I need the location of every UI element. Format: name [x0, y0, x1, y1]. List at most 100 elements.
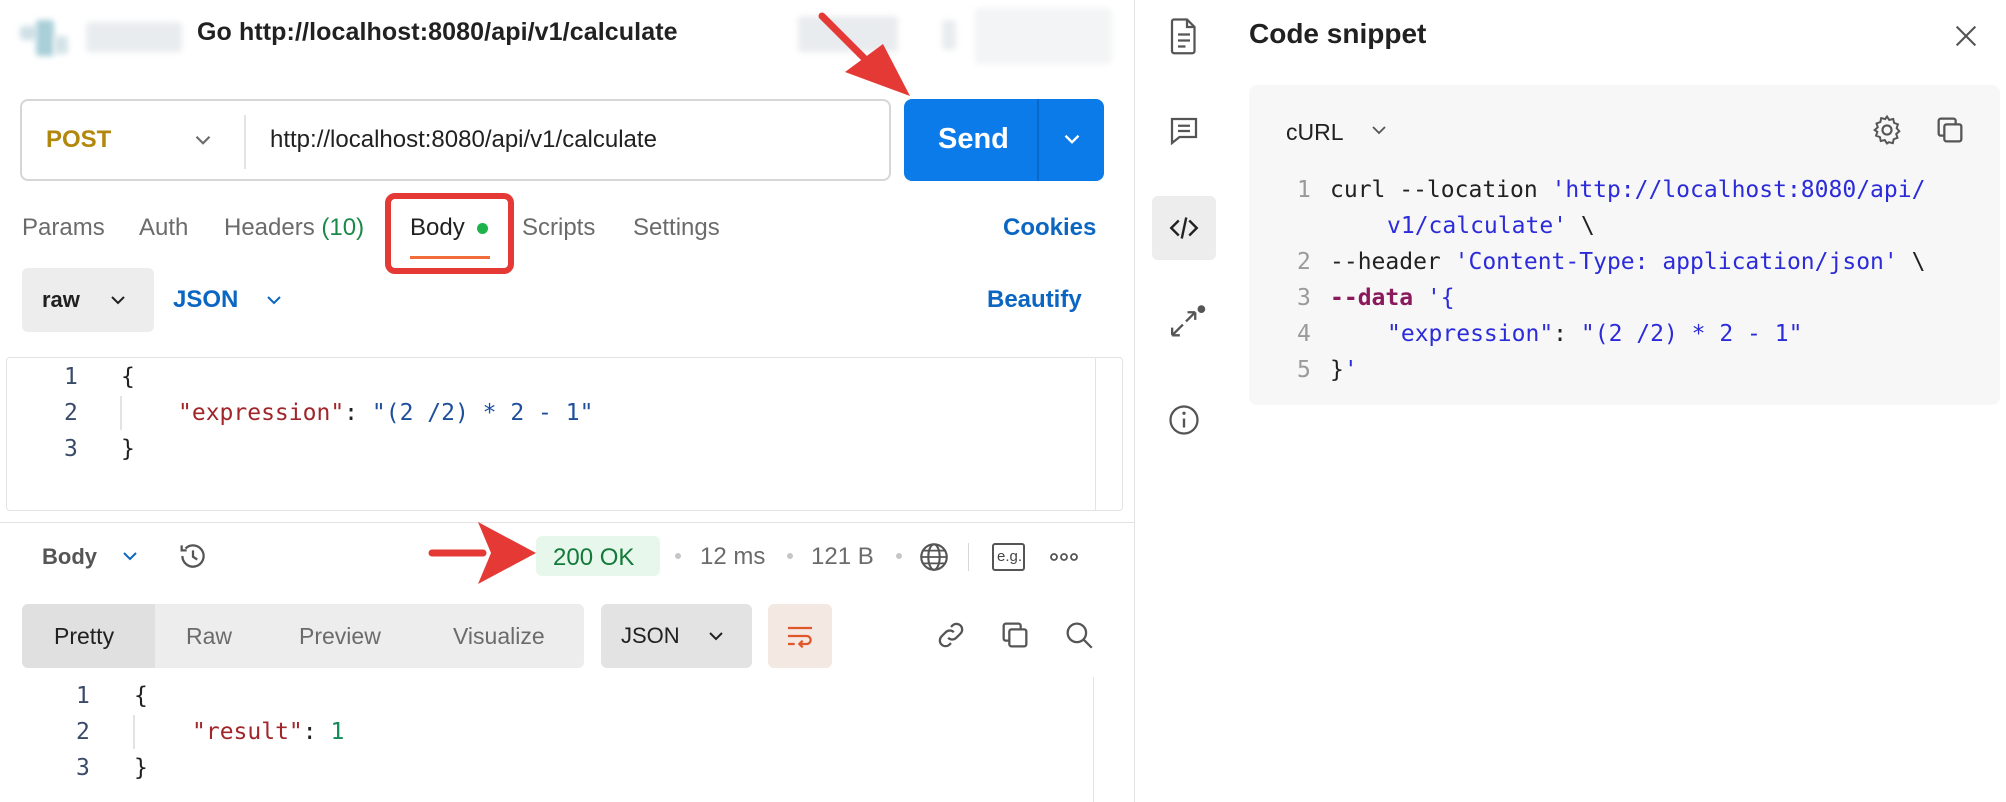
tab-params[interactable]: Params — [22, 214, 105, 242]
copy-icon[interactable] — [998, 618, 1032, 652]
tab-pretty[interactable]: Pretty — [54, 623, 114, 650]
tab-headers[interactable]: Headers (10) — [224, 214, 364, 242]
document-icon[interactable] — [1166, 16, 1202, 56]
request-body-editor[interactable] — [6, 357, 1123, 511]
body-mode-select[interactable]: raw — [22, 268, 154, 332]
example-button[interactable]: e.g. — [992, 543, 1025, 571]
blurred-environment-label — [798, 16, 898, 52]
code-line: "expression": "(2 /2) * 2 - 1" — [1387, 321, 1802, 347]
response-scrollbar[interactable] — [1093, 677, 1094, 802]
line-number: 3 — [1297, 285, 1311, 311]
data-close-quote: ' — [1343, 357, 1358, 383]
json-value: 1 — [330, 719, 345, 745]
json-key: "expression" — [178, 400, 345, 426]
blurred-environment-selector — [975, 8, 1112, 64]
tab-settings[interactable]: Settings — [633, 214, 720, 242]
chevron-down-icon — [106, 288, 130, 312]
highlight-box — [385, 193, 514, 274]
status-text: 200 OK — [553, 544, 635, 571]
code-line: } — [134, 755, 148, 781]
json-value: "(2 /2) * 2 - 1" — [371, 400, 594, 426]
history-icon[interactable] — [176, 539, 210, 573]
line-number: 3 — [64, 436, 78, 462]
info-icon[interactable] — [1166, 402, 1202, 438]
chevron-down-icon[interactable] — [1367, 118, 1391, 142]
code-line: "result": 1 — [192, 719, 344, 745]
response-time[interactable]: 12 ms — [700, 543, 765, 571]
url-input[interactable]: http://localhost:8080/api/v1/calculate — [270, 126, 657, 154]
response-format-select[interactable]: JSON — [601, 604, 752, 668]
json-colon: : — [1553, 321, 1581, 347]
json-colon: : — [302, 719, 331, 745]
example-label: e.g. — [997, 548, 1023, 565]
more-icon[interactable] — [1048, 543, 1080, 571]
tab-auth[interactable]: Auth — [139, 214, 188, 242]
body-language-select[interactable]: JSON — [173, 286, 238, 314]
line-number: 1 — [1297, 177, 1311, 203]
meta-separator — [675, 553, 681, 559]
send-label: Send — [938, 123, 1009, 155]
line-number: 2 — [76, 719, 90, 745]
body-mode-label: raw — [42, 287, 80, 312]
url-separator — [244, 115, 246, 169]
curl-url-cont: v1/calculate' — [1387, 213, 1568, 239]
chevron-down-icon[interactable] — [190, 127, 216, 153]
line-number: 2 — [64, 400, 78, 426]
search-icon[interactable] — [1062, 618, 1096, 652]
code-line: { — [121, 364, 135, 390]
line-number: 1 — [64, 364, 78, 390]
tab-scripts[interactable]: Scripts — [522, 214, 595, 242]
globe-icon[interactable] — [917, 540, 951, 574]
request-response-divider[interactable] — [0, 522, 1134, 523]
indent-guide — [133, 715, 135, 749]
code-snippet-tab[interactable] — [1152, 196, 1216, 260]
line-continuation: \ — [1897, 249, 1926, 275]
indent-guide — [120, 396, 122, 430]
chevron-down-icon[interactable] — [1059, 126, 1085, 152]
code-icon — [1166, 210, 1202, 246]
body-language-label: JSON — [173, 286, 239, 313]
code-line: { — [134, 683, 148, 709]
panel-title: Code snippet — [1249, 18, 1427, 49]
wrap-lines-button[interactable] — [768, 604, 832, 668]
tab-raw[interactable]: Raw — [186, 623, 232, 650]
close-icon[interactable] — [1950, 20, 1982, 52]
code-line: "expression": "(2 /2) * 2 - 1" — [178, 400, 593, 426]
settings-icon[interactable] — [1870, 113, 1904, 147]
tab-preview[interactable]: Preview — [299, 623, 381, 650]
chevron-down-icon[interactable] — [262, 288, 286, 312]
response-body-select[interactable]: Body — [42, 544, 97, 570]
comment-icon[interactable] — [1166, 113, 1202, 149]
copy-icon[interactable] — [1933, 113, 1967, 147]
line-continuation: \ — [1567, 213, 1595, 239]
json-key: "expression" — [1387, 321, 1554, 347]
editor-scrollbar[interactable] — [1095, 358, 1096, 510]
json-key: "result" — [192, 719, 303, 745]
cookies-link[interactable]: Cookies — [1003, 214, 1096, 242]
code-line: --data '{ — [1330, 285, 1455, 311]
chevron-down-icon[interactable] — [118, 544, 142, 568]
beautify-button[interactable]: Beautify — [987, 286, 1082, 314]
header-value: 'Content-Type: application/json' — [1454, 249, 1898, 275]
method-select[interactable]: POST — [46, 126, 111, 154]
code-line: v1/calculate' \ — [1387, 213, 1595, 239]
line-number: 2 — [1297, 249, 1311, 275]
send-button[interactable]: Send — [904, 99, 1104, 181]
json-colon: : — [344, 400, 372, 426]
line-number: 1 — [76, 683, 90, 709]
snippet-language-select[interactable]: cURL — [1286, 119, 1344, 146]
code-line: } — [121, 436, 135, 462]
meta-separator — [787, 553, 793, 559]
code-line: }' — [1330, 357, 1358, 383]
tab-visualize[interactable]: Visualize — [453, 623, 545, 650]
link-icon[interactable] — [934, 618, 968, 652]
meta-separator — [896, 553, 902, 559]
json-value: "(2 /2) * 2 - 1" — [1580, 321, 1803, 347]
panel-divider[interactable] — [1134, 0, 1135, 802]
status-badge[interactable]: 200 OK — [536, 536, 660, 576]
response-format-label: JSON — [621, 623, 680, 648]
related-icon[interactable] — [1166, 304, 1206, 342]
response-size[interactable]: 121 B — [811, 543, 874, 571]
code-line: curl --location 'http://localhost:8080/a… — [1330, 177, 1925, 203]
code-snippet-box: cURL 1 2 3 4 5 curl --location 'http://l… — [1249, 85, 2000, 405]
